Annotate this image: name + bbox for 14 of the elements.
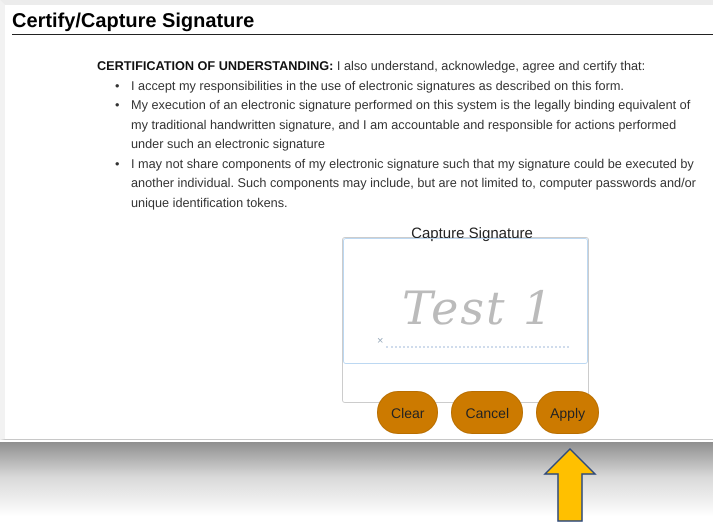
sign-marker: × bbox=[377, 335, 384, 347]
bullet: • bbox=[115, 78, 120, 94]
signature-value: Test 1 bbox=[402, 281, 554, 335]
certification-item: I accept my responsibilities in the use of electronic signatures as described on this form. bbox=[131, 78, 624, 95]
bullet: • bbox=[115, 156, 120, 172]
action-button[interactable]: Apply bbox=[536, 391, 600, 434]
up-arrow-icon bbox=[543, 448, 597, 522]
action-button[interactable]: Clear bbox=[377, 391, 438, 434]
page-title: Certify/Capture Signature bbox=[12, 9, 713, 35]
bullet: • bbox=[115, 97, 120, 114]
certification-item: I may not share components of my electronic signature such that my signature could be executed by another individual. Such components may include, but are not limited to, computer passwords and/or unique identification tokens. bbox=[131, 156, 697, 212]
action-button[interactable]: Cancel bbox=[451, 391, 524, 434]
certification-text: CERTIFICATION OF UNDERSTANDING: I also understand, acknowledge, agree and certify that: bbox=[97, 58, 646, 75]
certification-item: My execution of an electronic signature performed on this system is the legally binding equivalent of my traditional handwritten signature, and I am accountable and responsible for actions performed under such an electronic signature bbox=[131, 97, 692, 153]
